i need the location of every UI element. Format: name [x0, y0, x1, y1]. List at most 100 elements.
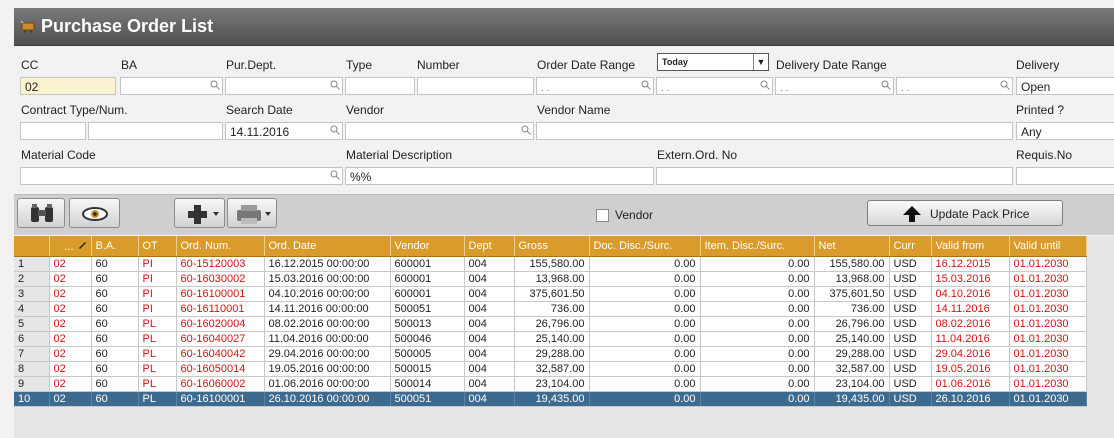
table-cell[interactable]: 375,601.50 — [814, 286, 890, 302]
table-cell[interactable]: 600001 — [390, 286, 465, 302]
table-cell[interactable]: 0.00 — [589, 346, 701, 362]
table-cell[interactable]: 60 — [91, 346, 139, 362]
table-cell[interactable]: 29,288.00 — [514, 346, 590, 362]
table-cell[interactable]: 15.03.2016 00:00:00 — [264, 271, 391, 287]
column-header[interactable]: ... — [49, 236, 92, 257]
table-cell[interactable]: 02 — [49, 391, 92, 407]
table-cell[interactable]: 0.00 — [700, 376, 815, 392]
table-row[interactable]: 10 02 60 PL 60-16100001 26.10.2016 00:00:00 50… — [14, 391, 1087, 407]
table-cell[interactable]: 02 — [49, 331, 92, 347]
column-header[interactable]: Dept — [464, 236, 515, 257]
delivery-date-to-field[interactable]: . . — [896, 77, 1013, 95]
requis-no-field[interactable] — [1016, 167, 1114, 185]
table-cell[interactable]: 60-16020004 — [176, 316, 265, 332]
table-cell[interactable]: PL — [138, 346, 177, 362]
add-button[interactable] — [174, 198, 225, 228]
table-cell[interactable]: PL — [138, 376, 177, 392]
table-cell[interactable]: 004 — [464, 316, 515, 332]
table-cell[interactable]: 0.00 — [700, 271, 815, 287]
table-cell[interactable]: USD — [889, 256, 932, 272]
table-cell[interactable]: 29.04.2016 — [931, 346, 1010, 362]
table-cell[interactable]: 60-15120003 — [176, 256, 265, 272]
table-cell[interactable]: 500005 — [390, 346, 465, 362]
table-cell[interactable]: PL — [138, 361, 177, 377]
table-cell[interactable]: USD — [889, 346, 932, 362]
table-cell[interactable]: 004 — [464, 331, 515, 347]
table-cell[interactable]: 736.00 — [814, 301, 890, 317]
contract-num-field[interactable] — [88, 122, 223, 140]
search-icon[interactable] — [330, 80, 340, 90]
table-cell[interactable]: 004 — [464, 301, 515, 317]
table-cell[interactable]: 004 — [464, 286, 515, 302]
table-cell[interactable]: 32,587.00 — [514, 361, 590, 377]
table-cell[interactable]: PL — [138, 331, 177, 347]
column-header[interactable]: Net — [814, 236, 890, 257]
table-cell[interactable]: 004 — [464, 376, 515, 392]
column-header[interactable]: Valid until — [1009, 236, 1087, 257]
row-number[interactable]: 8 — [14, 361, 50, 377]
table-cell[interactable]: 004 — [464, 391, 515, 407]
table-cell[interactable]: PI — [138, 256, 177, 272]
table-cell[interactable]: 0.00 — [700, 346, 815, 362]
table-cell[interactable]: 500013 — [390, 316, 465, 332]
table-cell[interactable]: 500051 — [390, 301, 465, 317]
table-cell[interactable]: 19.05.2016 00:00:00 — [264, 361, 391, 377]
table-cell[interactable]: 004 — [464, 361, 515, 377]
search-icon[interactable] — [641, 80, 651, 90]
table-row[interactable]: 7 02 60 PL 60-16040042 29.04.2016 00:00:00 500… — [14, 346, 1087, 362]
table-cell[interactable]: 60 — [91, 286, 139, 302]
column-header[interactable]: B.A. — [91, 236, 139, 257]
table-cell[interactable]: 01.01.2030 — [1009, 271, 1087, 287]
table-cell[interactable]: USD — [889, 331, 932, 347]
table-cell[interactable]: USD — [889, 271, 932, 287]
table-cell[interactable]: 02 — [49, 271, 92, 287]
table-cell[interactable]: 23,104.00 — [814, 376, 890, 392]
table-cell[interactable]: 0.00 — [589, 316, 701, 332]
table-cell[interactable]: 14.11.2016 — [931, 301, 1010, 317]
extern-ord-no-field[interactable] — [656, 167, 1013, 185]
search-icon[interactable] — [330, 125, 340, 135]
table-cell[interactable]: 01.01.2030 — [1009, 346, 1087, 362]
vendor-name-field[interactable] — [536, 122, 1013, 140]
row-number[interactable]: 3 — [14, 286, 50, 302]
table-cell[interactable]: 02 — [49, 376, 92, 392]
row-number[interactable]: 4 — [14, 301, 50, 317]
table-cell[interactable]: 01.01.2030 — [1009, 316, 1087, 332]
column-header[interactable]: Valid from — [931, 236, 1010, 257]
order-date-preset-select[interactable]: Today ▼ — [657, 53, 769, 71]
table-cell[interactable]: 02 — [49, 316, 92, 332]
table-row[interactable]: 3 02 60 PI 60-16100001 04.10.2016 00:00:00 600… — [14, 286, 1087, 302]
table-cell[interactable]: 04.10.2016 — [931, 286, 1010, 302]
search-icon[interactable] — [1000, 80, 1010, 90]
table-cell[interactable]: 13,968.00 — [814, 271, 890, 287]
table-cell[interactable]: 16.12.2015 00:00:00 — [264, 256, 391, 272]
table-cell[interactable]: 60 — [91, 376, 139, 392]
table-cell[interactable]: 01.01.2030 — [1009, 361, 1087, 377]
table-cell[interactable]: 60-16050014 — [176, 361, 265, 377]
table-cell[interactable]: PI — [138, 301, 177, 317]
table-cell[interactable]: 16.12.2015 — [931, 256, 1010, 272]
table-cell[interactable]: 0.00 — [700, 331, 815, 347]
table-cell[interactable]: 0.00 — [700, 391, 815, 407]
table-cell[interactable]: 01.01.2030 — [1009, 376, 1087, 392]
column-header[interactable]: Vendor — [390, 236, 465, 257]
table-cell[interactable]: 25,140.00 — [514, 331, 590, 347]
cc-field[interactable]: 02 — [20, 77, 116, 95]
table-cell[interactable]: 01.01.2030 — [1009, 256, 1087, 272]
search-icon[interactable] — [881, 80, 891, 90]
column-header[interactable]: Item. Disc./Surc. — [700, 236, 815, 257]
row-number[interactable]: 9 — [14, 376, 50, 392]
column-header[interactable]: Gross — [514, 236, 590, 257]
table-cell[interactable]: 60-16100001 — [176, 286, 265, 302]
table-cell[interactable]: 60-16040027 — [176, 331, 265, 347]
table-cell[interactable]: USD — [889, 316, 932, 332]
search-icon[interactable] — [330, 170, 340, 180]
row-number[interactable]: 10 — [14, 391, 50, 407]
table-cell[interactable]: 600001 — [390, 256, 465, 272]
view-button[interactable] — [69, 198, 120, 228]
table-cell[interactable]: 02 — [49, 256, 92, 272]
table-cell[interactable]: 60-16060002 — [176, 376, 265, 392]
table-cell[interactable]: 500014 — [390, 376, 465, 392]
table-cell[interactable]: 13,968.00 — [514, 271, 590, 287]
table-cell[interactable]: 11.04.2016 — [931, 331, 1010, 347]
